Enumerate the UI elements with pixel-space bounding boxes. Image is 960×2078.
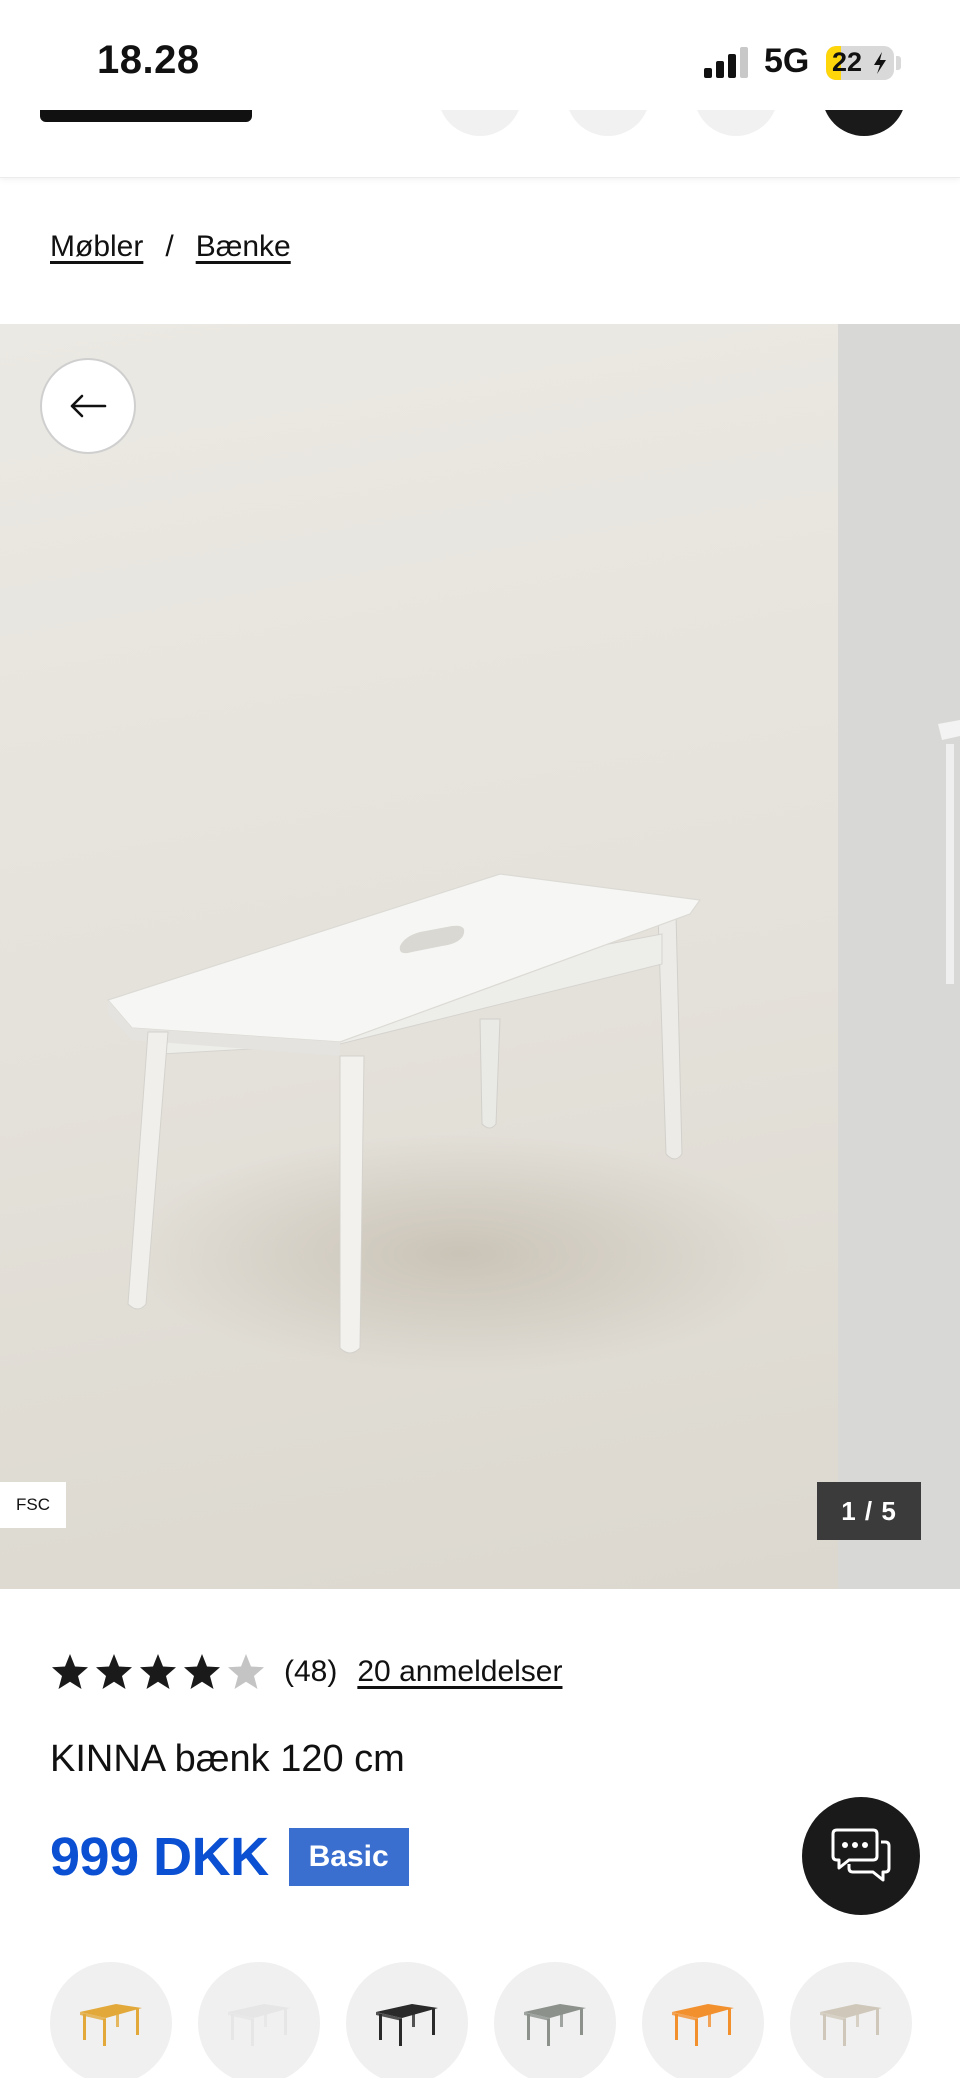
rating-count: (48) — [284, 1655, 338, 1688]
status-bar: 18.28 5G 22 — [0, 0, 960, 110]
charging-bolt-icon — [874, 52, 886, 74]
next-image-preview — [938, 720, 960, 984]
reviews-link[interactable]: 20 anmeldelser — [357, 1655, 562, 1689]
star-filled-icon — [52, 1654, 88, 1689]
gallery-back-button[interactable] — [40, 358, 136, 454]
color-swatch-grey-green[interactable] — [494, 1962, 616, 2078]
price-row: 999 DKK Basic — [50, 1826, 409, 1888]
bench-thumbnail-black — [376, 2004, 438, 2046]
color-swatch-yellow[interactable] — [50, 1962, 172, 2078]
battery-tip — [896, 56, 901, 70]
star-filled-icon — [96, 1654, 132, 1689]
bench-thumbnail-yellow — [80, 2004, 142, 2046]
product-price: 999 DKK — [50, 1827, 269, 1887]
color-swatch-black[interactable] — [346, 1962, 468, 2078]
star-filled-icon — [184, 1654, 220, 1689]
breadcrumb-link-baenke[interactable]: Bænke — [196, 230, 291, 264]
star-filled-icon — [140, 1654, 176, 1689]
gallery-counter: 1 / 5 — [817, 1482, 921, 1540]
next-product-image[interactable] — [838, 324, 960, 1589]
star-empty-icon — [228, 1654, 264, 1689]
breadcrumb-link-mobler[interactable]: Møbler — [50, 230, 143, 264]
bench-thumbnail-orange — [672, 2004, 734, 2046]
bench-thumbnail-grey-green — [524, 2004, 586, 2046]
product-gallery[interactable]: FSC 1 / 5 — [0, 324, 960, 1589]
status-time: 18.28 — [97, 38, 200, 82]
bench-thumbnail-white — [228, 2004, 290, 2046]
battery-percent: 22 — [832, 47, 863, 77]
arrow-left-icon — [70, 394, 107, 418]
breadcrumb: Møbler / Bænke — [50, 230, 291, 264]
signal-icon — [704, 47, 748, 78]
chat-button[interactable] — [802, 1797, 920, 1915]
color-swatch-white[interactable] — [198, 1962, 320, 2078]
product-title: KINNA bænk 120 cm — [50, 1738, 405, 1780]
breadcrumb-separator: / — [165, 230, 174, 263]
rating-stars — [50, 1652, 266, 1692]
chat-icon — [831, 1828, 891, 1882]
color-swatch-beige[interactable] — [790, 1962, 912, 2078]
product-image[interactable]: FSC — [0, 324, 838, 1589]
basic-badge: Basic — [288, 1828, 409, 1886]
color-swatches — [0, 1962, 960, 2078]
color-swatch-orange[interactable] — [642, 1962, 764, 2078]
product-rating: (48) 20 anmeldelser — [50, 1652, 562, 1692]
fsc-badge: FSC — [0, 1482, 66, 1528]
network-type: 5G — [764, 42, 810, 80]
battery-icon: 22 — [826, 46, 894, 80]
bench-thumbnail-beige — [820, 2004, 882, 2046]
bench-illustration — [106, 873, 790, 1374]
